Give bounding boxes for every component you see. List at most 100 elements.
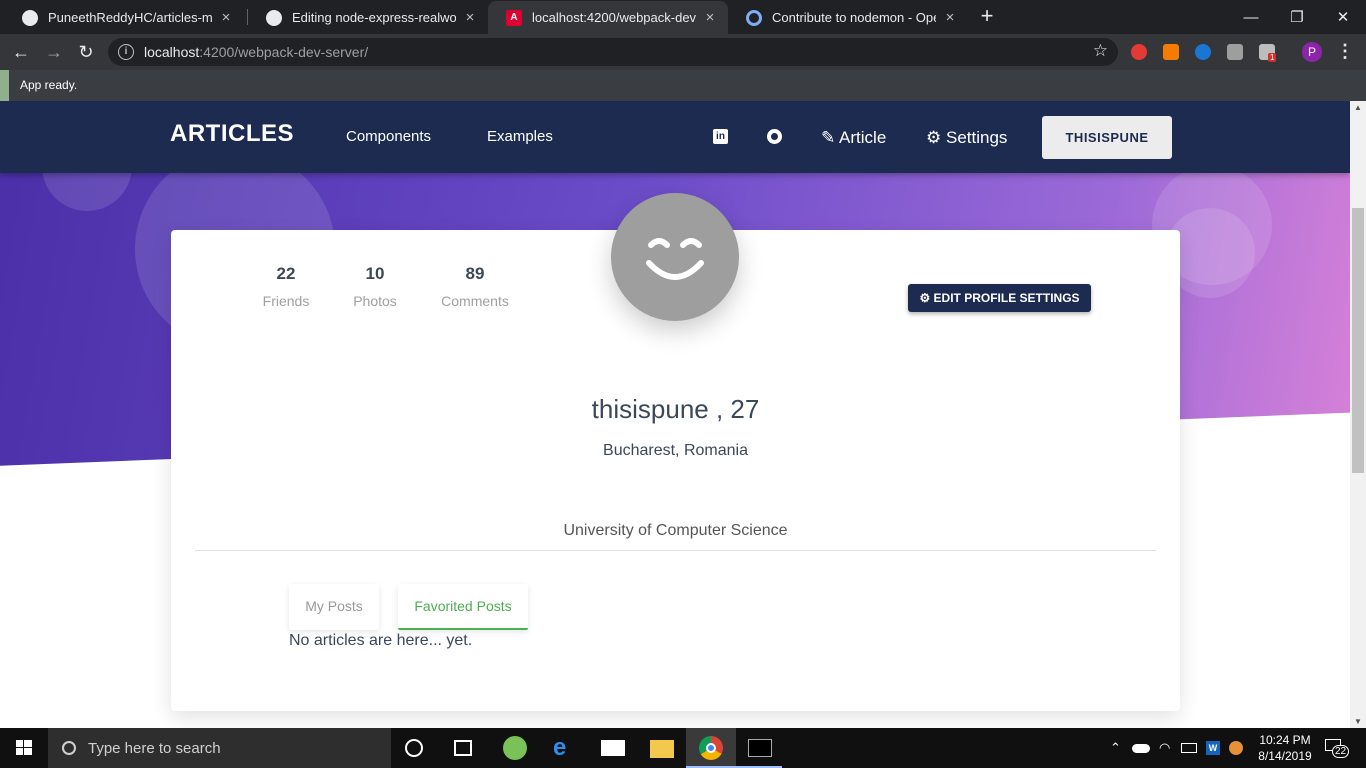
browser-tab-title: localhost:4200/webpack-dev-serv bbox=[532, 10, 696, 25]
close-icon[interactable]: × bbox=[218, 9, 234, 26]
extension-adblock-icon[interactable] bbox=[1131, 44, 1147, 60]
search-icon bbox=[62, 741, 76, 755]
android-studio-icon[interactable] bbox=[503, 736, 527, 760]
restore-button[interactable]: ❐ bbox=[1274, 0, 1320, 34]
divider bbox=[195, 550, 1156, 551]
browser-toolbar: ← → ↻ i localhost:4200/webpack-dev-serve… bbox=[0, 34, 1366, 70]
chrome-icon bbox=[699, 736, 723, 760]
bookmark-star-icon[interactable]: ☆ bbox=[1093, 41, 1108, 61]
stat-value: 89 bbox=[465, 264, 485, 283]
forward-button[interactable]: → bbox=[42, 40, 66, 64]
clock-time: 10:24 PM bbox=[1259, 733, 1311, 747]
browser-tab-2[interactable]: A localhost:4200/webpack-dev-serv × bbox=[488, 1, 728, 34]
stat-value: 22 bbox=[276, 264, 296, 283]
smiley-face-icon bbox=[646, 238, 704, 280]
page-scrollbar[interactable]: ▲ ▼ bbox=[1350, 101, 1366, 728]
profile-card: 22 Friends 10 Photos 89 Comments ⚙ EDIT … bbox=[171, 193, 1180, 711]
wifi-icon[interactable]: ◠ bbox=[1159, 740, 1170, 756]
clock-date: 8/14/2019 bbox=[1258, 749, 1312, 763]
browser-tab-3[interactable]: Contribute to nodemon - Open C × bbox=[728, 1, 968, 34]
close-window-button[interactable]: ✕ bbox=[1320, 0, 1366, 34]
edit-profile-label: EDIT PROFILE SETTINGS bbox=[933, 291, 1080, 305]
onedrive-icon[interactable] bbox=[1132, 744, 1150, 753]
nav-article-label: Article bbox=[839, 128, 887, 147]
mail-icon[interactable] bbox=[601, 740, 625, 756]
minimize-button[interactable]: — bbox=[1228, 0, 1274, 34]
brand-logo[interactable]: ARTICLES bbox=[170, 120, 294, 148]
profile-university: University of Computer Science bbox=[563, 522, 788, 539]
nav-link-components[interactable]: Components bbox=[346, 128, 431, 145]
taskbar-clock[interactable]: 10:24 PM 8/14/2019 bbox=[1250, 732, 1320, 764]
avatar bbox=[611, 193, 739, 321]
taskbar-search-input[interactable]: Type here to search bbox=[48, 728, 391, 768]
profile-name: thisispune , 27 bbox=[591, 394, 760, 424]
scroll-down-icon[interactable]: ▼ bbox=[1354, 717, 1362, 726]
taskbar-search-placeholder: Type here to search bbox=[88, 739, 221, 757]
gear-icon: ⚙ bbox=[919, 291, 931, 305]
browser-tab-title: Editing node-express-realworld-e bbox=[292, 10, 456, 25]
word-icon[interactable]: W bbox=[1206, 741, 1220, 755]
edge-icon[interactable]: e bbox=[553, 736, 577, 760]
windows-logo-icon bbox=[16, 740, 32, 755]
extension-wappalyzer-icon[interactable] bbox=[1163, 44, 1179, 60]
tab-favorited-posts[interactable]: Favorited Posts bbox=[398, 584, 528, 630]
nav-settings-label: Settings bbox=[945, 128, 1008, 147]
start-button[interactable] bbox=[0, 728, 48, 768]
app-tray-icon[interactable] bbox=[1229, 741, 1243, 755]
scroll-up-icon[interactable]: ▲ bbox=[1354, 103, 1362, 112]
info-icon[interactable]: i bbox=[118, 44, 134, 60]
nav-link-examples[interactable]: Examples bbox=[487, 128, 553, 145]
user-menu-button[interactable]: THISISPUNE bbox=[1042, 116, 1172, 159]
close-icon[interactable]: × bbox=[462, 9, 478, 26]
nav-link-settings[interactable]: ⚙ Settings bbox=[926, 128, 1007, 148]
stat-comments: 89 Comments bbox=[430, 264, 520, 309]
address-bar[interactable]: i localhost:4200/webpack-dev-server/ ☆ bbox=[108, 38, 1118, 66]
extension-badge: 1 bbox=[1268, 53, 1277, 62]
empty-articles-message: No articles are here... yet. bbox=[289, 632, 473, 649]
github-icon bbox=[22, 9, 38, 26]
profile-location: Bucharest, Romania bbox=[603, 442, 748, 459]
action-center-button[interactable]: 22 bbox=[1325, 737, 1350, 759]
app-ready-notice: App ready. bbox=[0, 70, 1366, 101]
github-icon[interactable] bbox=[767, 129, 782, 144]
top-navbar: ARTICLES Components Examples in ✎ Articl… bbox=[0, 101, 1350, 173]
tab-my-posts[interactable]: My Posts bbox=[289, 584, 379, 630]
stat-friends: 22 Friends bbox=[241, 264, 331, 309]
terminal-taskbar-button[interactable] bbox=[736, 728, 782, 768]
extension-blue-icon[interactable] bbox=[1195, 44, 1211, 60]
url-text: localhost:4200/webpack-dev-server/ bbox=[144, 44, 368, 60]
new-tab-button[interactable]: + bbox=[976, 5, 998, 28]
battery-icon[interactable] bbox=[1181, 743, 1197, 753]
angular-icon: A bbox=[506, 9, 522, 26]
github-icon bbox=[266, 9, 282, 26]
chevron-up-icon[interactable]: ⌃ bbox=[1110, 740, 1121, 756]
file-explorer-icon[interactable] bbox=[650, 740, 674, 758]
extension-shield-icon[interactable]: 1 bbox=[1259, 44, 1277, 62]
edit-profile-settings-button[interactable]: ⚙ EDIT PROFILE SETTINGS bbox=[908, 284, 1091, 312]
task-view-icon[interactable] bbox=[454, 740, 472, 756]
browser-tab-0[interactable]: PuneethReddyHC/articles-manag × bbox=[4, 1, 244, 34]
browser-menu-icon[interactable]: ⋮ bbox=[1336, 41, 1354, 62]
terminal-icon bbox=[748, 739, 772, 757]
close-icon[interactable]: × bbox=[702, 9, 718, 26]
reload-button[interactable]: ↻ bbox=[74, 40, 98, 64]
cortana-icon[interactable] bbox=[405, 739, 423, 757]
notice-text: App ready. bbox=[20, 78, 78, 92]
nav-link-article[interactable]: ✎ Article bbox=[821, 128, 886, 148]
stat-label: Photos bbox=[353, 293, 397, 309]
opencollective-icon bbox=[746, 9, 762, 26]
extension-bulb-icon[interactable] bbox=[1227, 44, 1243, 60]
close-icon[interactable]: × bbox=[942, 9, 958, 26]
browser-tab-1[interactable]: Editing node-express-realworld-e × bbox=[248, 1, 488, 34]
stat-value: 10 bbox=[365, 264, 385, 283]
scrollbar-thumb[interactable] bbox=[1352, 208, 1364, 473]
browser-tab-title: PuneethReddyHC/articles-manag bbox=[48, 10, 212, 25]
stat-label: Comments bbox=[441, 293, 509, 309]
notification-count: 22 bbox=[1332, 745, 1350, 758]
url-host: localhost bbox=[144, 44, 200, 60]
chrome-taskbar-button[interactable] bbox=[686, 728, 736, 768]
stat-label: Friends bbox=[262, 293, 310, 309]
back-button[interactable]: ← bbox=[9, 40, 33, 64]
profile-avatar[interactable]: P bbox=[1302, 42, 1322, 62]
linkedin-icon[interactable]: in bbox=[713, 129, 728, 144]
